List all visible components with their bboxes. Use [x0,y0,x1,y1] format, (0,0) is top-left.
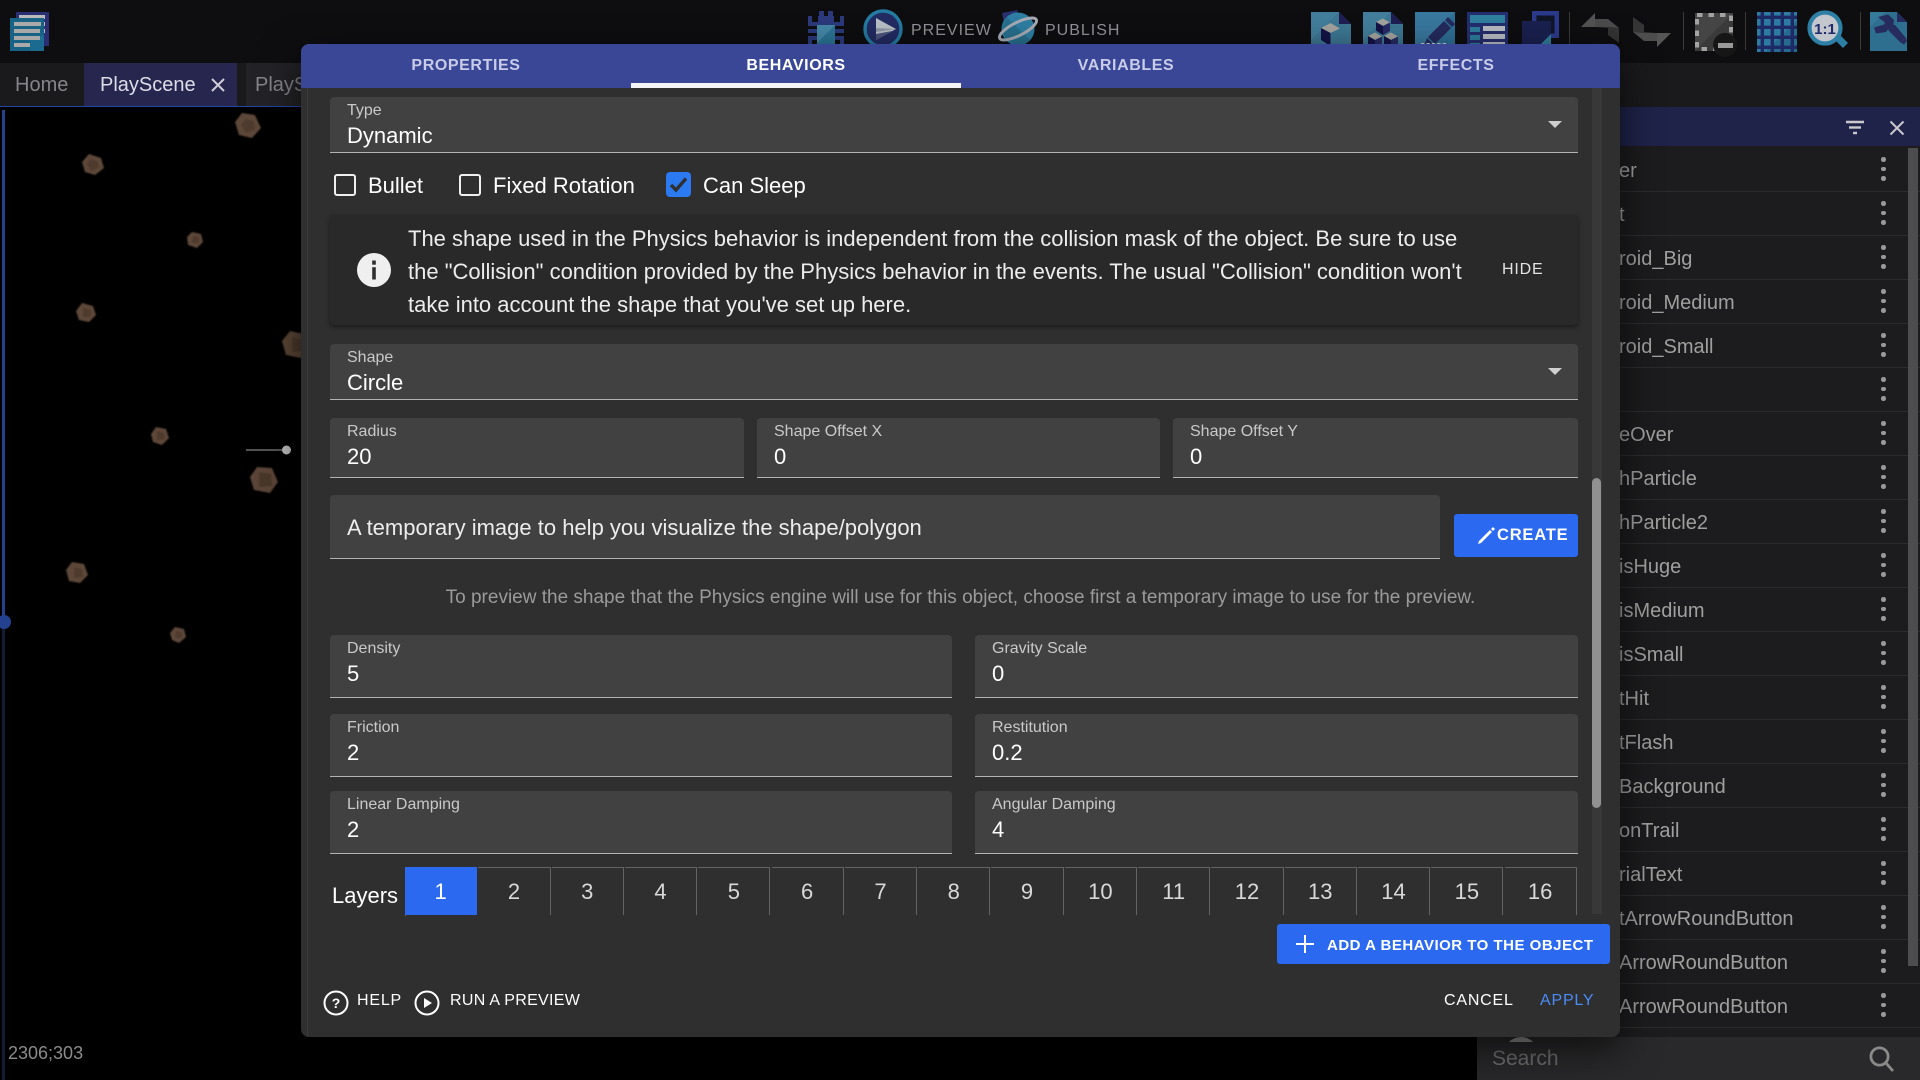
svg-text:?: ? [332,995,341,1011]
